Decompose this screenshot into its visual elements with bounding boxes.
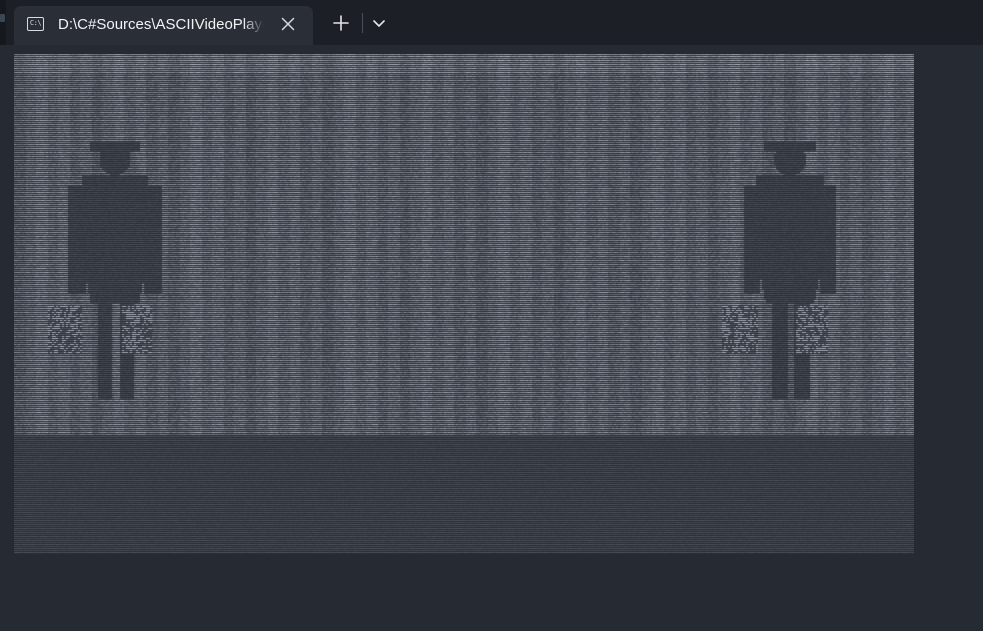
- chevron-down-icon[interactable]: [366, 8, 392, 38]
- terminal-window: C:\ D:\C#Sources\ASCIIVideoPlayer: [0, 0, 983, 631]
- edge-marker: [0, 14, 5, 22]
- ascii-video-frame: [14, 54, 914, 554]
- tab-title: D:\C#Sources\ASCIIVideoPlayer: [58, 16, 264, 33]
- tab-separator: [362, 13, 363, 33]
- tab-bar: C:\ D:\C#Sources\ASCIIVideoPlayer: [0, 0, 983, 120]
- close-icon[interactable]: [278, 14, 298, 34]
- plus-icon[interactable]: [326, 8, 356, 38]
- terminal-output[interactable]: [0, 45, 983, 631]
- tab-active[interactable]: C:\ D:\C#Sources\ASCIIVideoPlayer: [14, 6, 313, 45]
- console-icon: C:\: [27, 17, 44, 31]
